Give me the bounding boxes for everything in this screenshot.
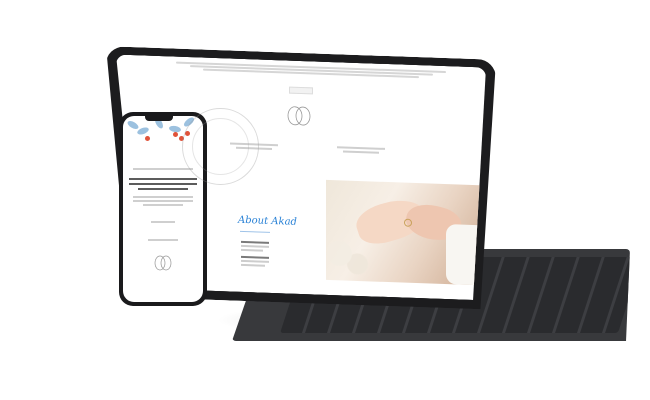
about-heading: About Akad (238, 214, 297, 228)
phone-text-line (143, 204, 183, 206)
floral-decoration (326, 237, 371, 279)
phone-text-line (133, 196, 193, 198)
phone-text-line (151, 221, 175, 223)
monogram-icon (281, 103, 317, 128)
about-info (241, 239, 269, 269)
tablet-header-text (176, 61, 446, 80)
phone-text-line (138, 188, 188, 190)
bride-block (321, 144, 401, 157)
bride-name (321, 144, 401, 147)
tablet-button[interactable] (289, 87, 313, 95)
phone-text-line (129, 178, 197, 180)
phone-text-line (129, 183, 197, 185)
mockup-scene: About Akad (0, 0, 650, 400)
about-rule (240, 231, 270, 233)
phone-text-line (133, 168, 193, 170)
watermark-seal (182, 108, 259, 185)
phone-notch (145, 116, 173, 121)
phone-monogram-icon (154, 255, 172, 271)
phone-text-line (148, 239, 178, 241)
phone-text-line (133, 200, 193, 202)
